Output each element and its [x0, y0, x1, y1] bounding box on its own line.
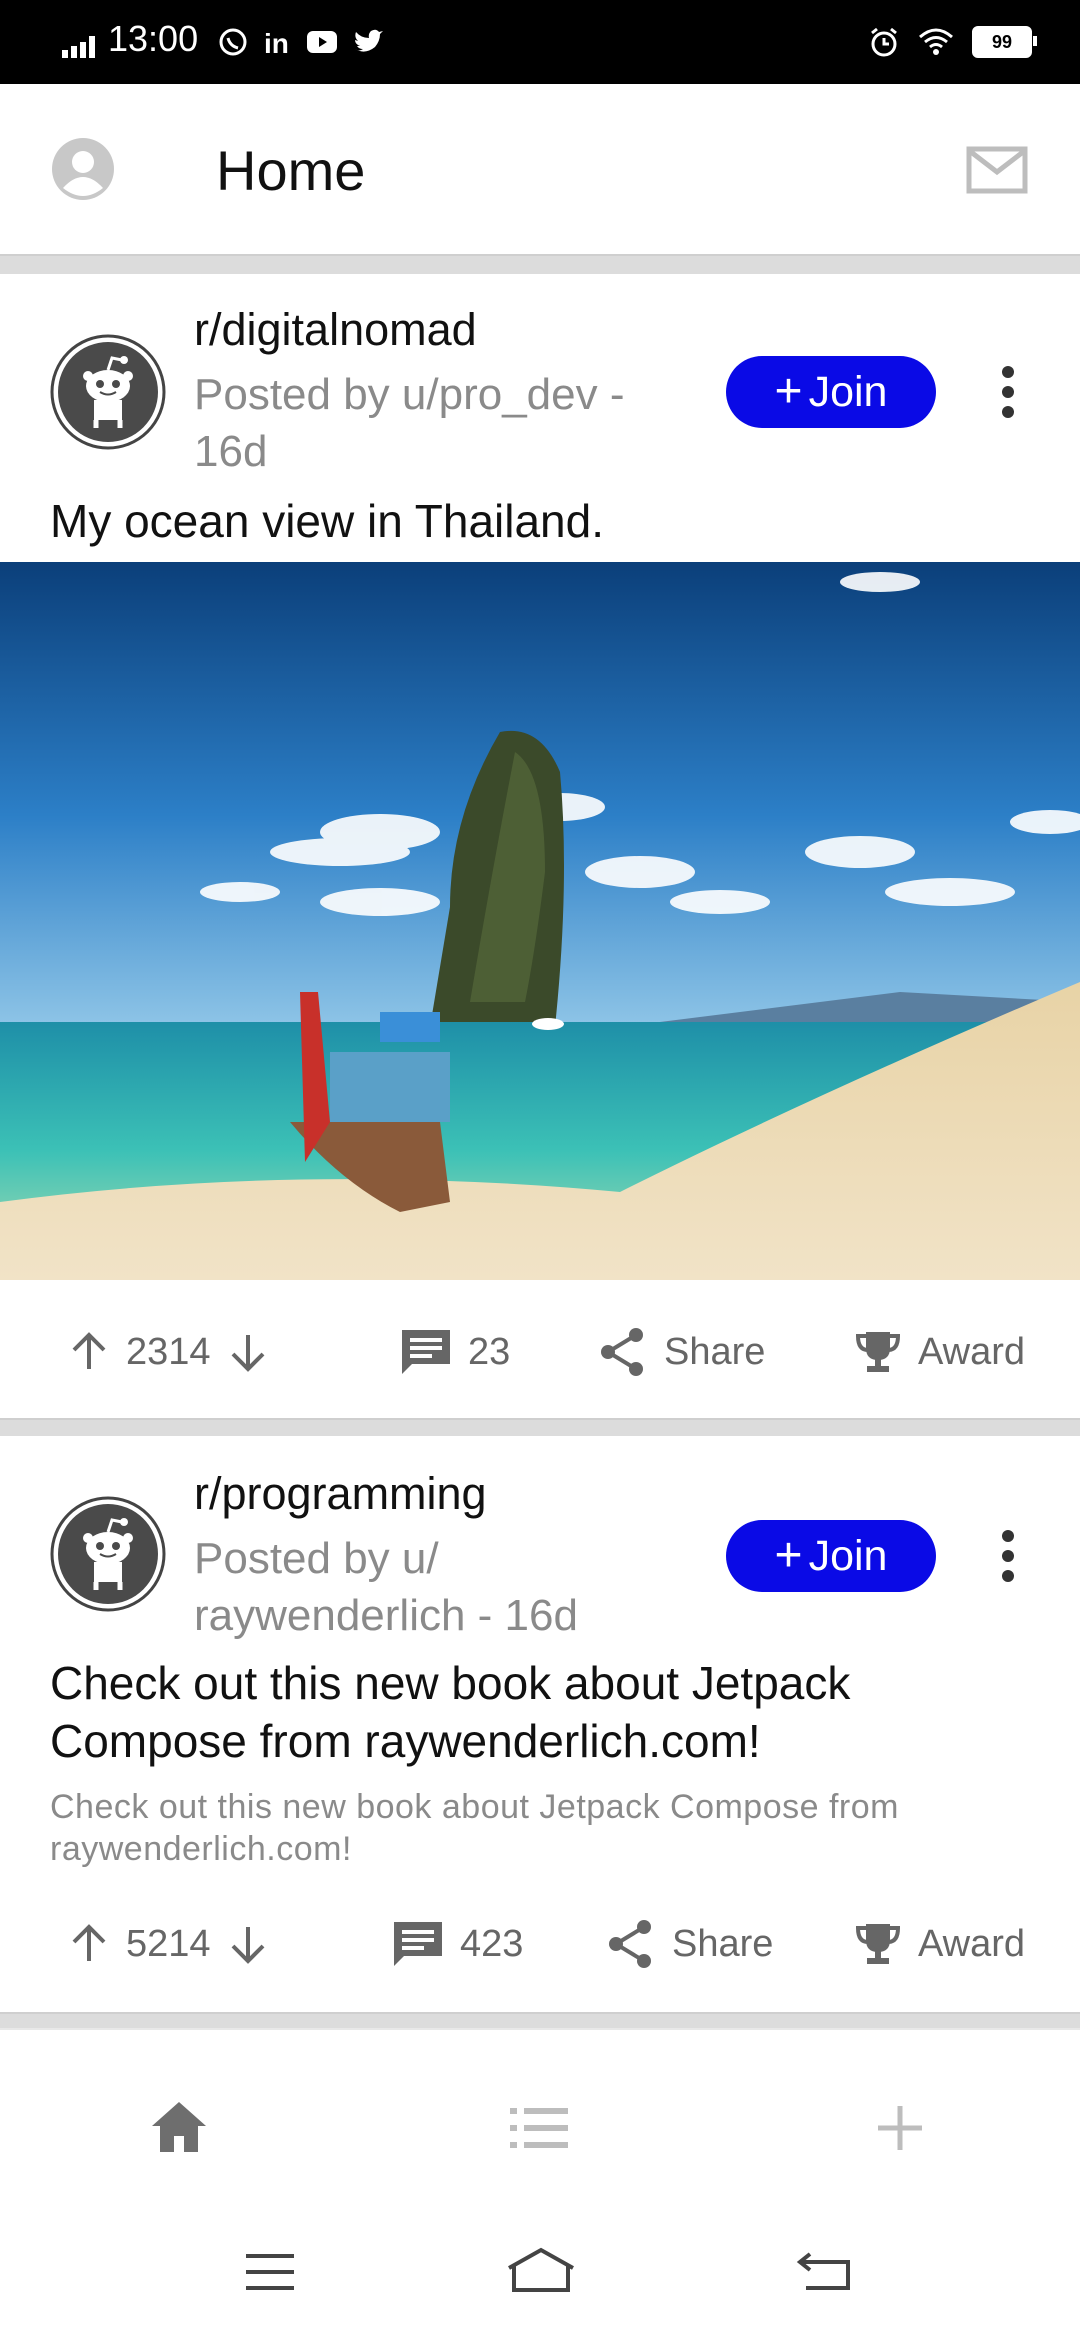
vote-group: 5214 — [68, 1894, 269, 1994]
status-bar: 13:00 in 99 — [0, 0, 1080, 84]
post-meta: Posted by u/pro_dev - 16d — [194, 366, 714, 480]
post-title-line: Compose from raywenderlich.com! — [50, 1715, 761, 1767]
add-icon[interactable] — [876, 2104, 924, 2152]
post-actions: 5214 423 Share Award — [0, 1894, 1080, 1994]
wifi-icon — [919, 28, 953, 55]
share-icon — [601, 1328, 643, 1376]
post-image[interactable] — [0, 562, 1080, 1280]
trophy-icon — [855, 1924, 901, 1964]
notification-icons: in — [218, 22, 384, 62]
list-icon[interactable] — [510, 2104, 568, 2152]
status-time: 13:00 — [108, 18, 199, 59]
home-icon[interactable] — [150, 2100, 208, 2154]
comment-icon — [402, 1330, 450, 1374]
post-author-age[interactable]: raywenderlich - 16d — [194, 1587, 714, 1644]
alarm-icon — [871, 27, 897, 57]
vote-group: 2314 — [68, 1302, 269, 1402]
back-icon[interactable] — [796, 2250, 852, 2292]
mail-icon[interactable] — [966, 146, 1028, 194]
join-label: Join — [808, 1531, 888, 1580]
top-app-bar: Home — [0, 84, 1080, 254]
comment-count: 23 — [468, 1330, 511, 1373]
plus-icon: + — [774, 365, 803, 418]
more-options-icon[interactable] — [990, 356, 1026, 428]
feed-divider — [0, 2012, 1080, 2030]
plus-icon: + — [774, 1529, 803, 1582]
battery-icon: 99 — [972, 26, 1037, 58]
post-title-line: Check out this new book about Jetpack — [50, 1657, 851, 1709]
post-age: 16d — [194, 427, 268, 476]
feed-divider — [0, 254, 1080, 276]
signal-icon — [62, 36, 95, 58]
comments-button[interactable]: 23 — [400, 1302, 510, 1402]
menu-icon[interactable] — [244, 2252, 296, 2292]
bottom-navigation — [0, 2040, 1080, 2220]
subreddit-name[interactable]: r/digitalnomad — [194, 304, 477, 356]
downvote-icon[interactable] — [227, 1923, 269, 1965]
trophy-icon — [855, 1332, 901, 1372]
post-body-line: Check out this new book about Jetpack Co… — [50, 1788, 899, 1826]
upvote-icon[interactable] — [68, 1923, 110, 1965]
vote-count: 5214 — [126, 1922, 211, 1965]
twitter-icon — [355, 29, 383, 52]
post-title[interactable]: My ocean view in Thailand. — [50, 492, 1040, 550]
subreddit-avatar-icon[interactable] — [50, 334, 166, 450]
youtube-icon — [307, 31, 337, 53]
home-outline-icon[interactable] — [506, 2246, 576, 2294]
whatsapp-icon — [219, 28, 247, 56]
subreddit-avatar-icon[interactable] — [50, 1496, 166, 1612]
comment-count: 423 — [460, 1922, 524, 1965]
downvote-icon[interactable] — [227, 1331, 269, 1373]
feed-divider — [0, 1418, 1080, 1438]
award-label: Award — [918, 1922, 1026, 1965]
system-navigation-bar — [0, 2220, 1080, 2340]
share-button[interactable]: Share — [598, 1302, 765, 1402]
svg-text:in: in — [264, 28, 289, 57]
post-body-line: raywenderlich.com! — [50, 1830, 352, 1868]
more-options-icon[interactable] — [990, 1520, 1026, 1592]
system-status-icons: 99 — [868, 22, 1037, 62]
join-button[interactable]: + Join — [726, 356, 936, 428]
award-button[interactable]: Award — [854, 1302, 1025, 1402]
award-label: Award — [918, 1330, 1026, 1373]
post-title[interactable]: Check out this new book about Jetpack Co… — [50, 1654, 1040, 1770]
subreddit-name[interactable]: r/programming — [194, 1468, 487, 1520]
page-title: Home — [216, 139, 366, 202]
join-label: Join — [808, 367, 888, 416]
post-body: Check out this new book about Jetpack Co… — [50, 1786, 1050, 1870]
account-circle-icon[interactable] — [52, 138, 114, 200]
comments-button[interactable]: 423 — [392, 1894, 523, 1994]
vote-count: 2314 — [126, 1330, 211, 1373]
comment-icon — [394, 1922, 442, 1966]
post-actions: 2314 23 Share Award — [0, 1302, 1080, 1402]
post-meta: Posted by u/ raywenderlich - 16d — [194, 1530, 714, 1644]
share-icon — [609, 1920, 651, 1968]
linkedin-icon: in — [264, 28, 289, 57]
join-button[interactable]: + Join — [726, 1520, 936, 1592]
battery-level: 99 — [991, 31, 1013, 52]
share-label: Share — [664, 1330, 766, 1373]
post-author[interactable]: Posted by u/ — [194, 1530, 714, 1587]
post-author[interactable]: Posted by u/pro_dev - — [194, 366, 714, 423]
share-label: Share — [672, 1922, 774, 1965]
share-button[interactable]: Share — [606, 1894, 773, 1994]
post-card[interactable]: r/programming Posted by u/ raywenderlich… — [0, 1436, 1080, 2014]
upvote-icon[interactable] — [68, 1331, 110, 1373]
award-button[interactable]: Award — [854, 1894, 1025, 1994]
